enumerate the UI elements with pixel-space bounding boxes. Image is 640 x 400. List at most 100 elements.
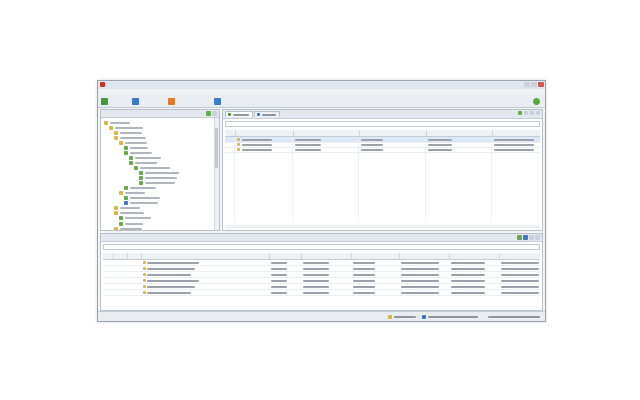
horizontal-scrollbar[interactable] xyxy=(225,225,540,228)
table-cell-placeholder xyxy=(271,267,287,270)
table-cell-placeholder xyxy=(501,267,539,270)
warning-icon xyxy=(143,279,146,282)
refresh-icon[interactable] xyxy=(523,235,528,240)
warning-icon xyxy=(143,261,146,264)
grid-header-cell[interactable] xyxy=(426,130,493,136)
table-cell-placeholder xyxy=(401,261,439,264)
column-guide xyxy=(491,137,492,222)
grid-header-cell[interactable] xyxy=(359,130,427,136)
row-icon xyxy=(237,143,240,146)
table-cell-placeholder xyxy=(494,143,534,146)
grid-header-cell[interactable] xyxy=(499,253,542,259)
tree-node-icon xyxy=(124,145,128,150)
minimize-icon[interactable] xyxy=(524,82,530,87)
list-item[interactable] xyxy=(103,290,540,296)
table-cell-placeholder xyxy=(353,261,375,264)
content-filter-input[interactable] xyxy=(225,121,540,127)
grid-header-cell[interactable] xyxy=(399,253,450,259)
tree-node-icon xyxy=(119,191,123,196)
toolbar-orange-icon xyxy=(168,97,175,105)
table-cell-placeholder xyxy=(303,279,329,282)
warning-icon xyxy=(143,267,146,270)
add-icon[interactable] xyxy=(206,111,211,116)
add-icon[interactable] xyxy=(517,235,522,240)
table-cell-placeholder xyxy=(303,291,329,294)
tree-node-icon xyxy=(114,226,118,230)
grid-header-cell[interactable] xyxy=(127,253,142,259)
table-row[interactable] xyxy=(225,147,540,153)
application-window xyxy=(97,80,546,322)
toolbar-button-3[interactable] xyxy=(168,97,177,105)
status-info-icon xyxy=(422,314,426,319)
tree-node[interactable] xyxy=(114,226,142,230)
tab-icon xyxy=(257,113,260,116)
main-toolbar xyxy=(98,95,545,108)
table-cell-placeholder xyxy=(451,267,485,270)
scrollbar-thumb[interactable] xyxy=(215,128,218,168)
tree-node-label-placeholder xyxy=(125,192,145,195)
tree-node-icon xyxy=(119,221,123,226)
tree-node-icon xyxy=(124,201,128,206)
warning-icon xyxy=(143,291,146,294)
tree-node-label-placeholder xyxy=(135,156,161,159)
grid-header-cell[interactable] xyxy=(293,130,360,136)
table-cell-placeholder xyxy=(303,267,329,270)
tab-2[interactable] xyxy=(254,111,280,117)
tree-node-icon xyxy=(129,155,133,160)
tree-node-icon xyxy=(124,150,128,155)
toolbar-blue-icon xyxy=(214,97,221,105)
add-icon[interactable] xyxy=(518,111,522,115)
tree-node-icon xyxy=(134,165,138,170)
table-cell-placeholder xyxy=(401,291,439,294)
table-cell-placeholder xyxy=(501,291,539,294)
table-cell-placeholder xyxy=(147,291,191,294)
tree-scrollbar[interactable] xyxy=(214,118,219,230)
toolbar-green-icon xyxy=(101,97,108,105)
table-cell-placeholder xyxy=(401,285,439,288)
table-cell-placeholder xyxy=(242,148,272,151)
table-cell-placeholder xyxy=(147,273,191,276)
grid-header-cell[interactable] xyxy=(449,253,500,259)
tree-pane-header xyxy=(101,110,219,118)
table-cell-placeholder xyxy=(501,279,539,282)
status-bar xyxy=(98,311,545,321)
settings-icon[interactable] xyxy=(536,111,540,115)
grid-header-cell[interactable] xyxy=(141,253,270,259)
table-cell-placeholder xyxy=(303,285,329,288)
refresh-icon[interactable] xyxy=(530,111,534,115)
toolbar-button-1[interactable] xyxy=(101,97,110,105)
grid-header-cell[interactable] xyxy=(269,253,302,259)
bottom-filter-input[interactable] xyxy=(103,244,540,250)
column-guide xyxy=(292,137,293,222)
close-panel-icon[interactable] xyxy=(535,235,540,240)
table-cell-placeholder xyxy=(242,138,272,141)
tree-node-icon xyxy=(109,125,113,130)
toolbar-button-2[interactable] xyxy=(132,97,141,105)
table-cell-placeholder xyxy=(295,138,321,141)
collapse-icon[interactable] xyxy=(212,111,217,116)
bottom-grid-header xyxy=(103,253,540,260)
edit-icon[interactable] xyxy=(524,111,528,115)
grid-header-cell[interactable] xyxy=(351,253,400,259)
settings-icon[interactable] xyxy=(529,235,534,240)
table-cell-placeholder xyxy=(401,267,439,270)
column-guide xyxy=(425,137,426,222)
grid-header-cell[interactable] xyxy=(235,130,294,136)
table-cell-placeholder xyxy=(451,273,485,276)
grid-header-cell[interactable] xyxy=(113,253,128,259)
toolbar-button-4[interactable] xyxy=(214,97,223,105)
tab-1[interactable] xyxy=(225,111,253,117)
grid-header-cell[interactable] xyxy=(492,130,542,136)
close-icon[interactable] xyxy=(538,82,544,87)
content-grid-header xyxy=(225,130,540,137)
navigation-tree-pane xyxy=(100,109,220,231)
maximize-icon[interactable] xyxy=(531,82,537,87)
table-cell-placeholder xyxy=(271,291,287,294)
grid-header-cell[interactable] xyxy=(301,253,352,259)
tree-node-label-placeholder xyxy=(130,187,156,190)
table-cell-placeholder xyxy=(428,148,452,151)
toolbar-blue-icon xyxy=(132,97,139,105)
tree-node-icon xyxy=(124,196,128,201)
status-item-2 xyxy=(422,314,478,319)
user-badge[interactable] xyxy=(533,97,542,105)
